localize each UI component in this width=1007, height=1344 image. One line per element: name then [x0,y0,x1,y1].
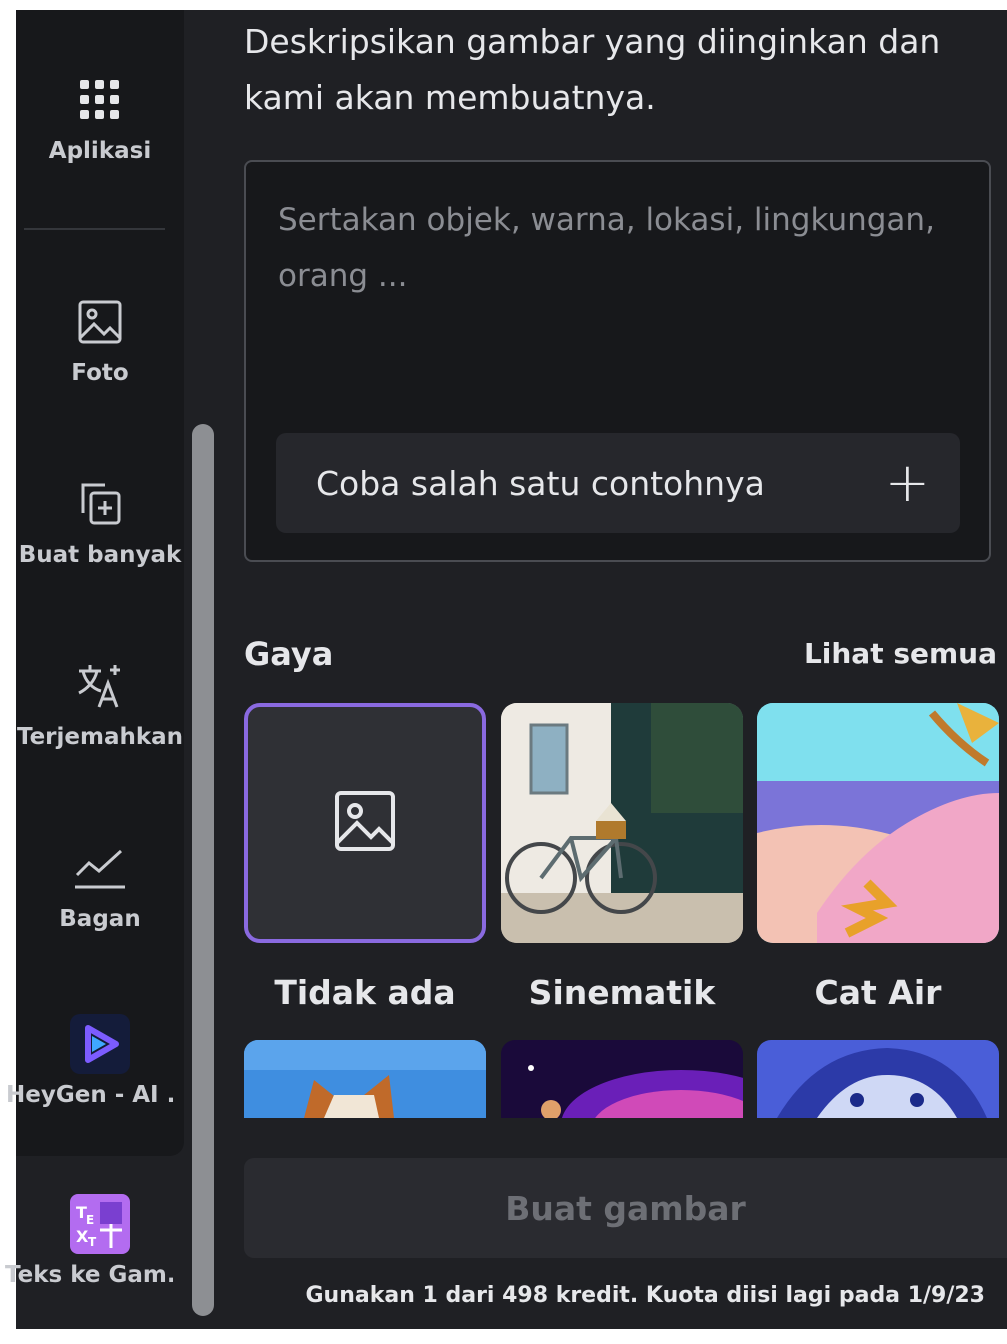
plus-icon: + [884,451,930,514]
heygen-logo-icon [70,1014,130,1074]
sidebar-divider [24,228,165,230]
sidebar-item-label: Aplikasi [48,138,152,164]
prompt-input[interactable] [276,190,940,414]
duplicate-add-icon [70,474,130,534]
sidebar-item-label: Buat banyak [18,542,182,568]
space-thumbnail [501,1040,743,1118]
sidebar-scrollbar[interactable] [192,424,214,1316]
sidebar-item-label: Terjemahkan [16,724,184,750]
prompt-box: Coba salah satu contohnya + [244,160,991,562]
sidebar-item-heygen[interactable]: HeyGen - AI ... [6,1014,184,1164]
style-section-title: Gaya [244,635,334,673]
text-to-image-app-icon: T E X T [70,1194,130,1254]
style-card-cinematic[interactable] [501,703,743,943]
see-all-link[interactable]: Lihat semua [804,637,997,670]
sidebar-active-app-area: T E X T Teks ke Gam... [5,1156,184,1329]
sidebar-item-charts[interactable]: Bagan [16,838,184,988]
sidebar-item-label: Bagan [59,906,141,932]
sidebar-item-label: HeyGen - AI ... [6,1082,174,1108]
sidebar-item-label: Teks ke Gam... [5,1262,173,1288]
create-image-button[interactable]: Buat gambar [244,1158,1007,1258]
image-icon [70,292,130,352]
style-card-watercolor[interactable] [757,703,999,943]
style-card-row2-1[interactable] [244,1040,486,1118]
sidebar-item-label: Foto [71,360,129,386]
sidebar: Aplikasi Foto Buat banyak Terjemahkan Ba… [6,10,184,1156]
style-label-cinematic: Sinematik [528,973,716,1012]
anime-thumbnail [757,1040,999,1118]
try-example-label: Coba salah satu contohnya [316,463,765,503]
style-card-none[interactable] [244,703,486,943]
bicycle-thumbnail [501,703,743,943]
beach-thumbnail [757,703,999,943]
panel-headline: Deskripsikan gambar yang diinginkan dan … [244,22,941,117]
svg-text:T: T [88,1235,97,1249]
svg-text:E: E [86,1213,94,1227]
credit-note: Gunakan 1 dari 498 kredit. Kuota diisi l… [305,1283,985,1308]
chart-line-icon [70,838,130,898]
fox-thumbnail [244,1040,486,1118]
style-label-watercolor: Cat Air [814,973,942,1012]
grid-icon [70,70,130,130]
sidebar-item-apps[interactable]: Aplikasi [16,70,184,220]
sidebar-item-bulk-create[interactable]: Buat banyak [16,474,184,624]
style-card-row2-2[interactable] [501,1040,743,1118]
style-label-none: Tidak ada [274,973,456,1012]
sidebar-item-photos[interactable]: Foto [16,292,184,442]
app-window: Aplikasi Foto Buat banyak Terjemahkan Ba… [5,10,1007,1329]
sidebar-item-text-to-image[interactable]: T E X T Teks ke Gam... [5,1194,184,1344]
sidebar-item-translate[interactable]: Terjemahkan [16,656,184,806]
image-icon [333,789,397,857]
style-card-row2-3[interactable] [757,1040,999,1118]
try-example-button[interactable]: Coba salah satu contohnya + [276,433,960,533]
translate-icon [70,656,130,716]
